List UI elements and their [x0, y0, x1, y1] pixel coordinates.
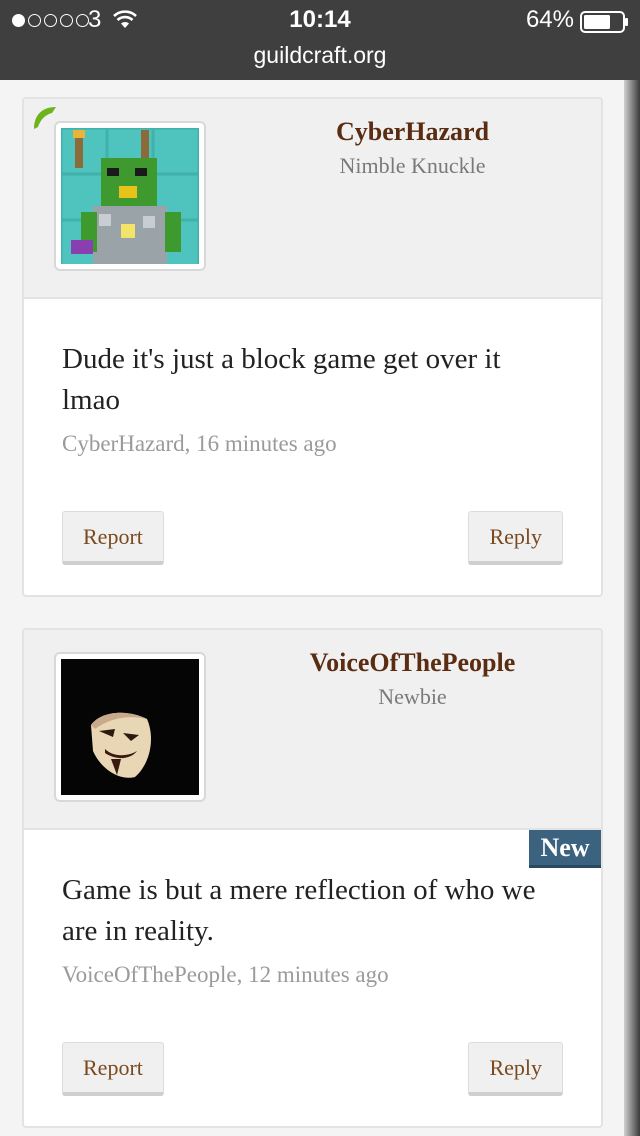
- battery-percentage: 64%: [525, 6, 574, 33]
- scroll-edge: [624, 80, 640, 1136]
- new-badge: New: [529, 830, 601, 868]
- report-button[interactable]: Report: [62, 511, 164, 565]
- guy-fawkes-mask-icon: [61, 659, 199, 795]
- post-message: Dude it's just a block game get over it …: [62, 343, 501, 416]
- minecraft-skin-icon: [61, 128, 199, 264]
- avatar[interactable]: [54, 121, 206, 271]
- avatar[interactable]: [54, 652, 206, 802]
- forum-post: CyberHazard Nimble Knuckle Dude it's jus…: [22, 97, 603, 597]
- reply-button[interactable]: Reply: [468, 1042, 563, 1096]
- post-username[interactable]: CyberHazard: [224, 117, 601, 147]
- report-button[interactable]: Report: [62, 1042, 164, 1096]
- post-body: Dude it's just a block game get over it …: [24, 299, 601, 595]
- status-bar: 3 10:14 64% guildcraft.org: [0, 0, 640, 80]
- post-body: New Game is but a mere reflection of who…: [24, 830, 601, 1126]
- post-header: CyberHazard Nimble Knuckle: [24, 99, 601, 299]
- post-byline: VoiceOfThePeople, 12 minutes ago: [62, 962, 389, 987]
- user-title: Nimble Knuckle: [339, 153, 486, 178]
- post-header: VoiceOfThePeople Newbie: [24, 630, 601, 830]
- reply-button[interactable]: Reply: [468, 511, 563, 565]
- address-bar-url[interactable]: guildcraft.org: [0, 42, 640, 69]
- user-title: Newbie: [378, 684, 447, 709]
- post-username[interactable]: VoiceOfThePeople: [224, 648, 601, 678]
- post-byline: CyberHazard, 16 minutes ago: [62, 431, 337, 456]
- post-message: Game is but a mere reflection of who we …: [62, 874, 536, 947]
- forum-post: VoiceOfThePeople Newbie New Game is but …: [22, 628, 603, 1128]
- battery-icon: [580, 11, 628, 33]
